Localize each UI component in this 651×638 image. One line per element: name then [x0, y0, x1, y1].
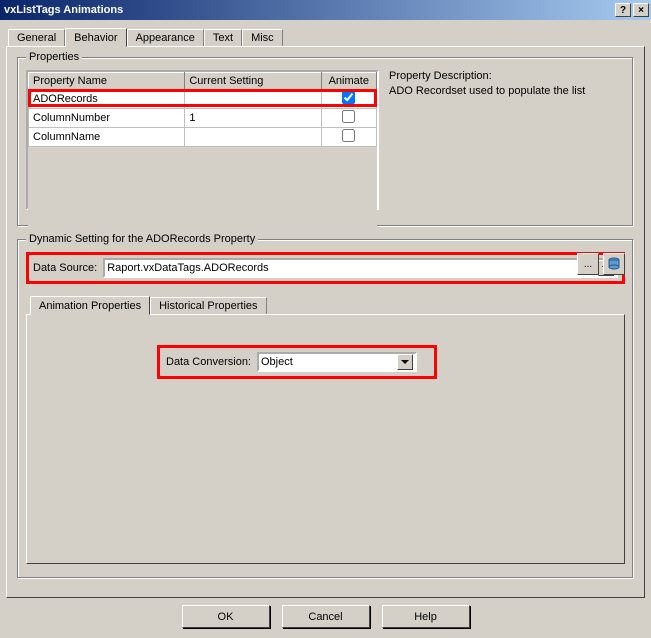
cell-current-setting[interactable]: [185, 128, 321, 147]
tab-appearance[interactable]: Appearance: [127, 29, 204, 46]
data-source-row: Data Source: Raport.vxDataTags.ADORecord…: [26, 252, 625, 284]
data-conversion-select[interactable]: Object: [257, 352, 417, 372]
data-source-input[interactable]: Raport.vxDataTags.ADORecords: [103, 258, 618, 278]
tab-general[interactable]: General: [8, 29, 65, 46]
col-property-name[interactable]: Property Name: [29, 73, 185, 90]
data-conversion-label: Data Conversion:: [166, 356, 251, 368]
cell-current-setting[interactable]: 1: [185, 109, 321, 128]
close-button[interactable]: ×: [633, 3, 649, 17]
cell-animate[interactable]: [321, 90, 376, 109]
tab-misc[interactable]: Misc: [242, 29, 283, 46]
property-description-panel: Property Description: ADO Recordset used…: [389, 70, 625, 210]
cell-property-name[interactable]: ADORecords: [29, 90, 185, 109]
col-animate[interactable]: Animate: [321, 73, 376, 90]
animate-checkbox[interactable]: [342, 110, 355, 123]
properties-group: Properties Property Name Current Setting…: [17, 57, 634, 227]
property-description-label: Property Description:: [389, 70, 625, 82]
browse-button[interactable]: ...: [577, 253, 599, 275]
table-empty-area: [28, 147, 377, 229]
datasource-icon-button[interactable]: [603, 253, 625, 275]
cell-current-setting[interactable]: [185, 90, 321, 109]
main-tab-row: General Behavior Appearance Text Misc: [8, 26, 645, 46]
tab-historical-properties[interactable]: Historical Properties: [150, 297, 266, 314]
cell-animate[interactable]: [321, 128, 376, 147]
tab-behavior[interactable]: Behavior: [65, 28, 126, 47]
col-current-setting[interactable]: Current Setting: [185, 73, 321, 90]
cell-property-name[interactable]: ColumnNumber: [29, 109, 185, 128]
data-conversion-dropdown-button[interactable]: [397, 354, 413, 370]
title-bar: vxListTags Animations ? ×: [0, 0, 651, 20]
dynamic-setting-group: Dynamic Setting for the ADORecords Prope…: [17, 239, 634, 579]
table-row[interactable]: ColumnNumber 1: [29, 109, 377, 128]
dialog-button-row: OK Cancel Help: [0, 605, 651, 628]
property-description-text: ADO Recordset used to populate the list: [389, 85, 625, 97]
cell-animate[interactable]: [321, 109, 376, 128]
dynamic-setting-legend: Dynamic Setting for the ADORecords Prope…: [26, 233, 258, 245]
database-icon: [607, 257, 621, 271]
tab-text[interactable]: Text: [204, 29, 242, 46]
properties-legend: Properties: [26, 51, 82, 63]
animate-checkbox[interactable]: [342, 91, 355, 104]
window-title: vxListTags Animations: [4, 4, 613, 16]
inner-tab-row: Animation Properties Historical Properti…: [30, 294, 625, 314]
tab-panel-behavior: Properties Property Name Current Setting…: [6, 46, 645, 598]
cancel-button[interactable]: Cancel: [282, 605, 370, 628]
tab-animation-properties[interactable]: Animation Properties: [30, 296, 150, 315]
data-conversion-value: Object: [261, 356, 397, 368]
ok-button[interactable]: OK: [182, 605, 270, 628]
data-conversion-row: Data Conversion: Object: [157, 345, 437, 379]
table-row[interactable]: ColumnName: [29, 128, 377, 147]
data-source-label: Data Source:: [33, 262, 97, 274]
animate-checkbox[interactable]: [342, 129, 355, 142]
chevron-down-icon: [401, 360, 409, 364]
help-button-bottom[interactable]: Help: [382, 605, 470, 628]
properties-table[interactable]: Property Name Current Setting Animate AD…: [26, 70, 379, 210]
cell-property-name[interactable]: ColumnName: [29, 128, 185, 147]
table-row[interactable]: ADORecords: [29, 90, 377, 109]
data-source-value: Raport.vxDataTags.ADORecords: [107, 262, 598, 274]
help-button[interactable]: ?: [615, 3, 631, 17]
animation-properties-panel: Data Conversion: Object: [26, 314, 625, 564]
